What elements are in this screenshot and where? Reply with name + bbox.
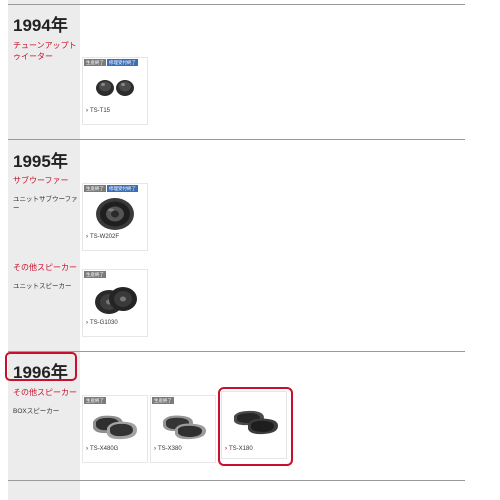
badge-group: 生産終了	[84, 271, 106, 278]
year-heading: 1995年	[13, 152, 68, 171]
subwoofer-unit-image	[96, 198, 134, 230]
category-link[interactable]: その他スピーカー	[13, 387, 79, 398]
status-badge: 生産終了	[84, 271, 106, 278]
product-card-ts-x480g[interactable]: 生産終了 › TS-X480G	[83, 396, 147, 462]
status-badge: 生産終了	[84, 59, 106, 66]
section-divider	[8, 480, 465, 481]
badge-group: 生産終了	[84, 397, 106, 404]
speaker-pair-image	[95, 287, 137, 314]
product-history-page: 1994年 チューンアップトゥイーター 生産終了 修理受付終了 › TS-T15 …	[0, 0, 500, 500]
sidebar-background	[8, 0, 80, 500]
product-card-ts-t15[interactable]: 生産終了 修理受付終了 › TS-T15	[83, 58, 147, 124]
year-heading: 1994年	[13, 16, 68, 35]
arrow-right-icon: ›	[86, 108, 88, 114]
product-card-ts-x380[interactable]: 生産終了 › TS-X380	[151, 396, 215, 462]
category-link[interactable]: その他スピーカー	[13, 262, 79, 273]
status-badge: 生産終了	[84, 397, 106, 404]
badge-group: 生産終了 修理受付終了	[84, 59, 138, 66]
product-model: TS-W202F	[90, 234, 120, 240]
tweeter-pair-image	[96, 80, 134, 96]
badge-group: 生産終了	[152, 397, 174, 404]
product-model: TS-X480G	[90, 446, 119, 452]
arrow-right-icon: ›	[86, 234, 88, 240]
arrow-right-icon: ›	[86, 446, 88, 452]
product-model: TS-T15	[90, 108, 111, 114]
subcategory-label: ユニットスピーカー	[13, 283, 72, 290]
category-link[interactable]: チューンアップトゥイーター	[13, 40, 79, 62]
product-link[interactable]: › TS-G1030	[86, 320, 118, 326]
status-badge: 修理受付終了	[107, 185, 138, 192]
arrow-right-icon: ›	[154, 446, 156, 452]
category-link[interactable]: サブウーファー	[13, 175, 79, 186]
arrow-right-icon: ›	[86, 320, 88, 326]
status-badge: 修理受付終了	[107, 59, 138, 66]
badge-group: 生産終了 修理受付終了	[84, 185, 138, 192]
product-highlight-frame	[218, 387, 293, 466]
product-card-ts-w202f[interactable]: 生産終了 修理受付終了 › TS-W202F	[83, 184, 147, 250]
status-badge: 生産終了	[152, 397, 174, 404]
subcategory-label: ユニットサブウーファー	[13, 196, 78, 212]
product-model: TS-G1030	[90, 320, 118, 326]
product-link[interactable]: › TS-X380	[154, 446, 182, 452]
product-link[interactable]: › TS-X480G	[86, 446, 118, 452]
section-divider	[8, 139, 465, 140]
section-divider	[8, 4, 465, 5]
product-model: TS-X380	[158, 446, 182, 452]
box-speaker-image	[163, 415, 206, 440]
product-link[interactable]: › TS-W202F	[86, 234, 119, 240]
box-speaker-image	[93, 415, 137, 440]
product-card-ts-g1030[interactable]: 生産終了 › TS-G1030	[83, 270, 147, 336]
status-badge: 生産終了	[84, 185, 106, 192]
subcategory-label: BOXスピーカー	[13, 408, 60, 415]
year-highlight-frame	[5, 352, 77, 381]
section-divider	[8, 351, 465, 352]
product-link[interactable]: › TS-T15	[86, 108, 110, 114]
